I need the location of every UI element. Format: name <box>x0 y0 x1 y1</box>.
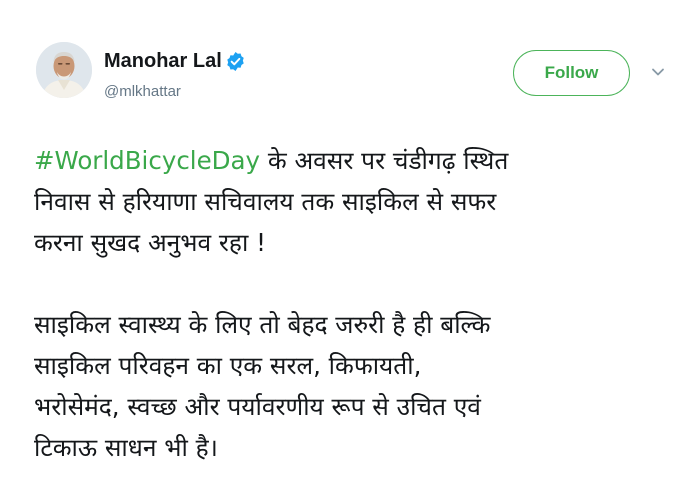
avatar[interactable] <box>36 42 92 98</box>
author-handle[interactable]: @mlkhattar <box>104 83 181 100</box>
avatar-photo <box>36 42 92 98</box>
tweet-line: साइकिल परिवहन का एक सरल, किफायती, <box>34 351 422 380</box>
follow-button[interactable]: Follow <box>513 50 630 96</box>
tweet-paragraph: #WorldBicycleDay के अवसर पर चंडीगढ़ स्थि… <box>34 140 684 263</box>
tweet-line: साइकिल स्वास्थ्य के लिए तो बेहद जरुरी है… <box>34 310 491 339</box>
tweet-line: भरोसेमंद, स्वच्छ और पर्यावरणीय रूप से उच… <box>34 392 481 421</box>
tweet-line: करना सुखद अनुभव रहा ! <box>34 228 266 257</box>
tweet-line: #WorldBicycleDay के अवसर पर चंडीगढ़ स्थि… <box>34 140 684 181</box>
tweet-text: #WorldBicycleDay के अवसर पर चंडीगढ़ स्थि… <box>34 140 684 468</box>
tweet-line: निवास से हरियाणा सचिवालय तक साइकिल से सफ… <box>34 187 497 216</box>
tweet-header: Manohar Lal @mlkhattar Follow <box>36 40 676 116</box>
verified-badge-icon <box>227 52 244 71</box>
hashtag-link[interactable]: #WorldBicycleDay <box>34 146 260 175</box>
tweet-line-text: के अवसर पर चंडीगढ़ स्थित <box>260 146 509 175</box>
author-name[interactable]: Manohar Lal <box>104 50 222 73</box>
tweet-paragraph: साइकिल स्वास्थ्य के लिए तो बेहद जरुरी है… <box>34 304 684 468</box>
chevron-down-icon[interactable] <box>650 66 666 78</box>
tweet-line: टिकाऊ साधन भी है। <box>34 433 218 462</box>
